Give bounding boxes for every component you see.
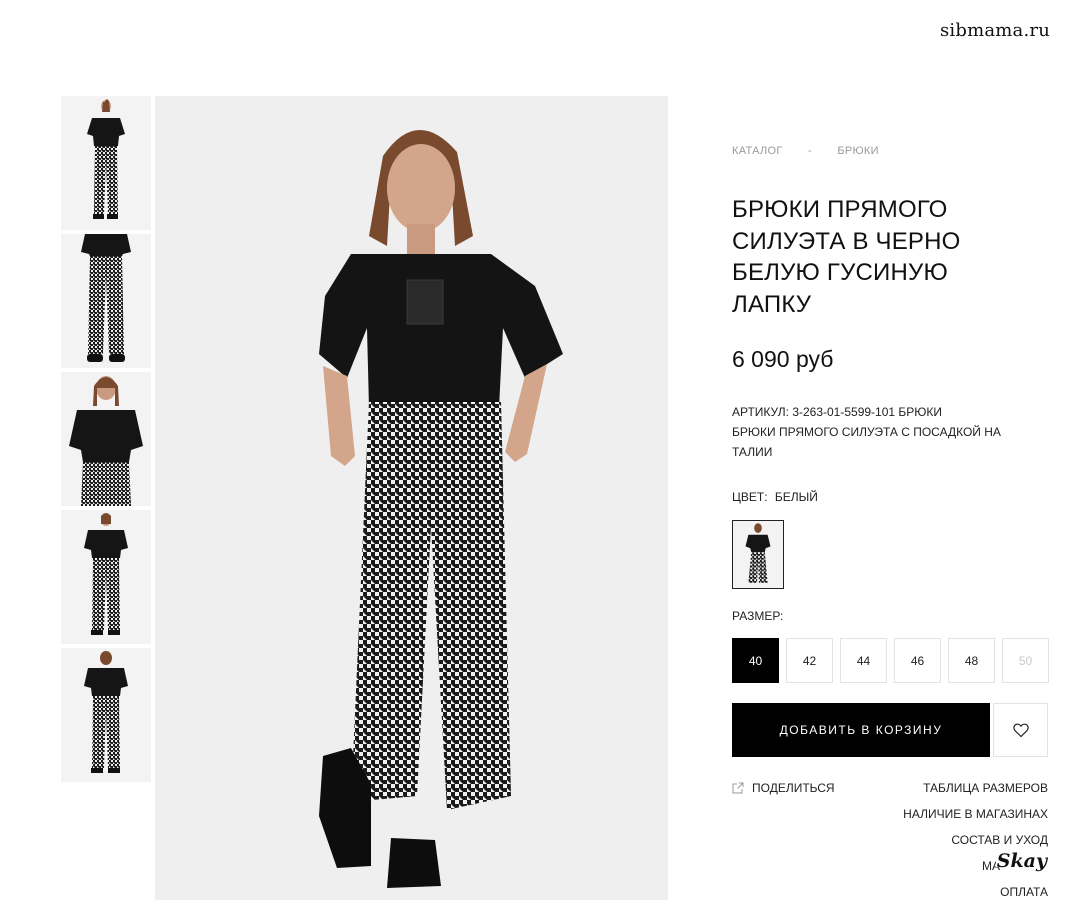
- product-description: БРЮКИ ПРЯМОГО СИЛУЭТА С ПОСАДКОЙ НА ТАЛИ…: [732, 425, 1001, 459]
- size-option-42[interactable]: 42: [786, 638, 833, 683]
- thumbnail-5[interactable]: [61, 648, 151, 782]
- breadcrumb-pants[interactable]: БРЮКИ: [837, 145, 878, 157]
- thumbnail-gallery: [61, 96, 151, 786]
- breadcrumb: КАТАЛОГ - БРЮКИ: [732, 145, 879, 157]
- product-price: 6 090 руб: [732, 346, 834, 372]
- thumbnail-4[interactable]: [61, 510, 151, 644]
- size-option-40[interactable]: 40: [732, 638, 779, 683]
- info-links: ТАБЛИЦА РАЗМЕРОВ НАЛИЧИЕ В МАГАЗИНАХ СОС…: [903, 782, 1048, 900]
- title-line: БЕЛУЮ ГУСИНУЮ: [732, 259, 948, 286]
- thumbnail-image: [61, 372, 151, 506]
- thumbnail-image: [61, 234, 151, 368]
- product-photo: [155, 96, 668, 900]
- thumbnail-1[interactable]: [61, 96, 151, 230]
- partial-link[interactable]: МА Skay: [903, 852, 1048, 872]
- share-link[interactable]: ПОДЕЛИТЬСЯ: [732, 781, 835, 795]
- payment-link[interactable]: ОПЛАТА: [903, 886, 1048, 898]
- share-icon: [732, 782, 744, 794]
- watermark: sibmama.ru: [939, 20, 1050, 41]
- breadcrumb-catalog[interactable]: КАТАЛОГ: [732, 145, 783, 157]
- add-to-cart-button[interactable]: ДОБАВИТЬ В КОРЗИНУ: [732, 703, 990, 757]
- size-option-48[interactable]: 48: [948, 638, 995, 683]
- size-selector: 40 42 44 46 48 50: [732, 638, 1049, 683]
- swatch-image: [733, 521, 783, 588]
- thumbnail-image: [61, 648, 151, 782]
- thumbnail-2[interactable]: [61, 234, 151, 368]
- composition-care-link[interactable]: СОСТАВ И УХОД: [903, 834, 1048, 846]
- thumbnail-image: [61, 96, 151, 230]
- color-value: БЕЛЫЙ: [774, 490, 818, 504]
- main-product-image[interactable]: [155, 96, 668, 900]
- size-chart-link[interactable]: ТАБЛИЦА РАЗМЕРОВ: [903, 782, 1048, 794]
- color-swatch[interactable]: [732, 520, 784, 589]
- product-details: АРТИКУЛ: 3-263-01-5599-101 БРЮКИ БРЮКИ П…: [732, 402, 1032, 462]
- size-option-46[interactable]: 46: [894, 638, 941, 683]
- size-label: РАЗМЕР:: [732, 609, 784, 623]
- heart-icon: [1012, 723, 1029, 737]
- article-number: АРТИКУЛ: 3-263-01-5599-101 БРЮКИ: [732, 405, 943, 419]
- title-line: СИЛУЭТА В ЧЕРНО: [732, 227, 961, 255]
- size-option-44[interactable]: 44: [840, 638, 887, 683]
- thumbnail-image: [61, 510, 151, 644]
- title-line: ЛАПКУ: [732, 290, 812, 318]
- color-label: ЦВЕТ: БЕЛЫЙ: [732, 490, 818, 504]
- color-label-text: ЦВЕТ:: [732, 490, 768, 504]
- product-title: БРЮКИ ПРЯМОГО СИЛУЭТА В ЧЕРНО БЕЛУЮ ГУСИ…: [732, 194, 1032, 320]
- share-label: ПОДЕЛИТЬСЯ: [752, 781, 835, 795]
- logo-overlay: Skay: [995, 850, 1048, 872]
- store-availability-link[interactable]: НАЛИЧИЕ В МАГАЗИНАХ: [903, 808, 1048, 820]
- breadcrumb-separator: -: [808, 145, 812, 157]
- size-option-50: 50: [1002, 638, 1049, 683]
- thumbnail-3[interactable]: [61, 372, 151, 506]
- wishlist-button[interactable]: [993, 703, 1048, 757]
- title-line: БРЮКИ ПРЯМОГО: [732, 196, 948, 223]
